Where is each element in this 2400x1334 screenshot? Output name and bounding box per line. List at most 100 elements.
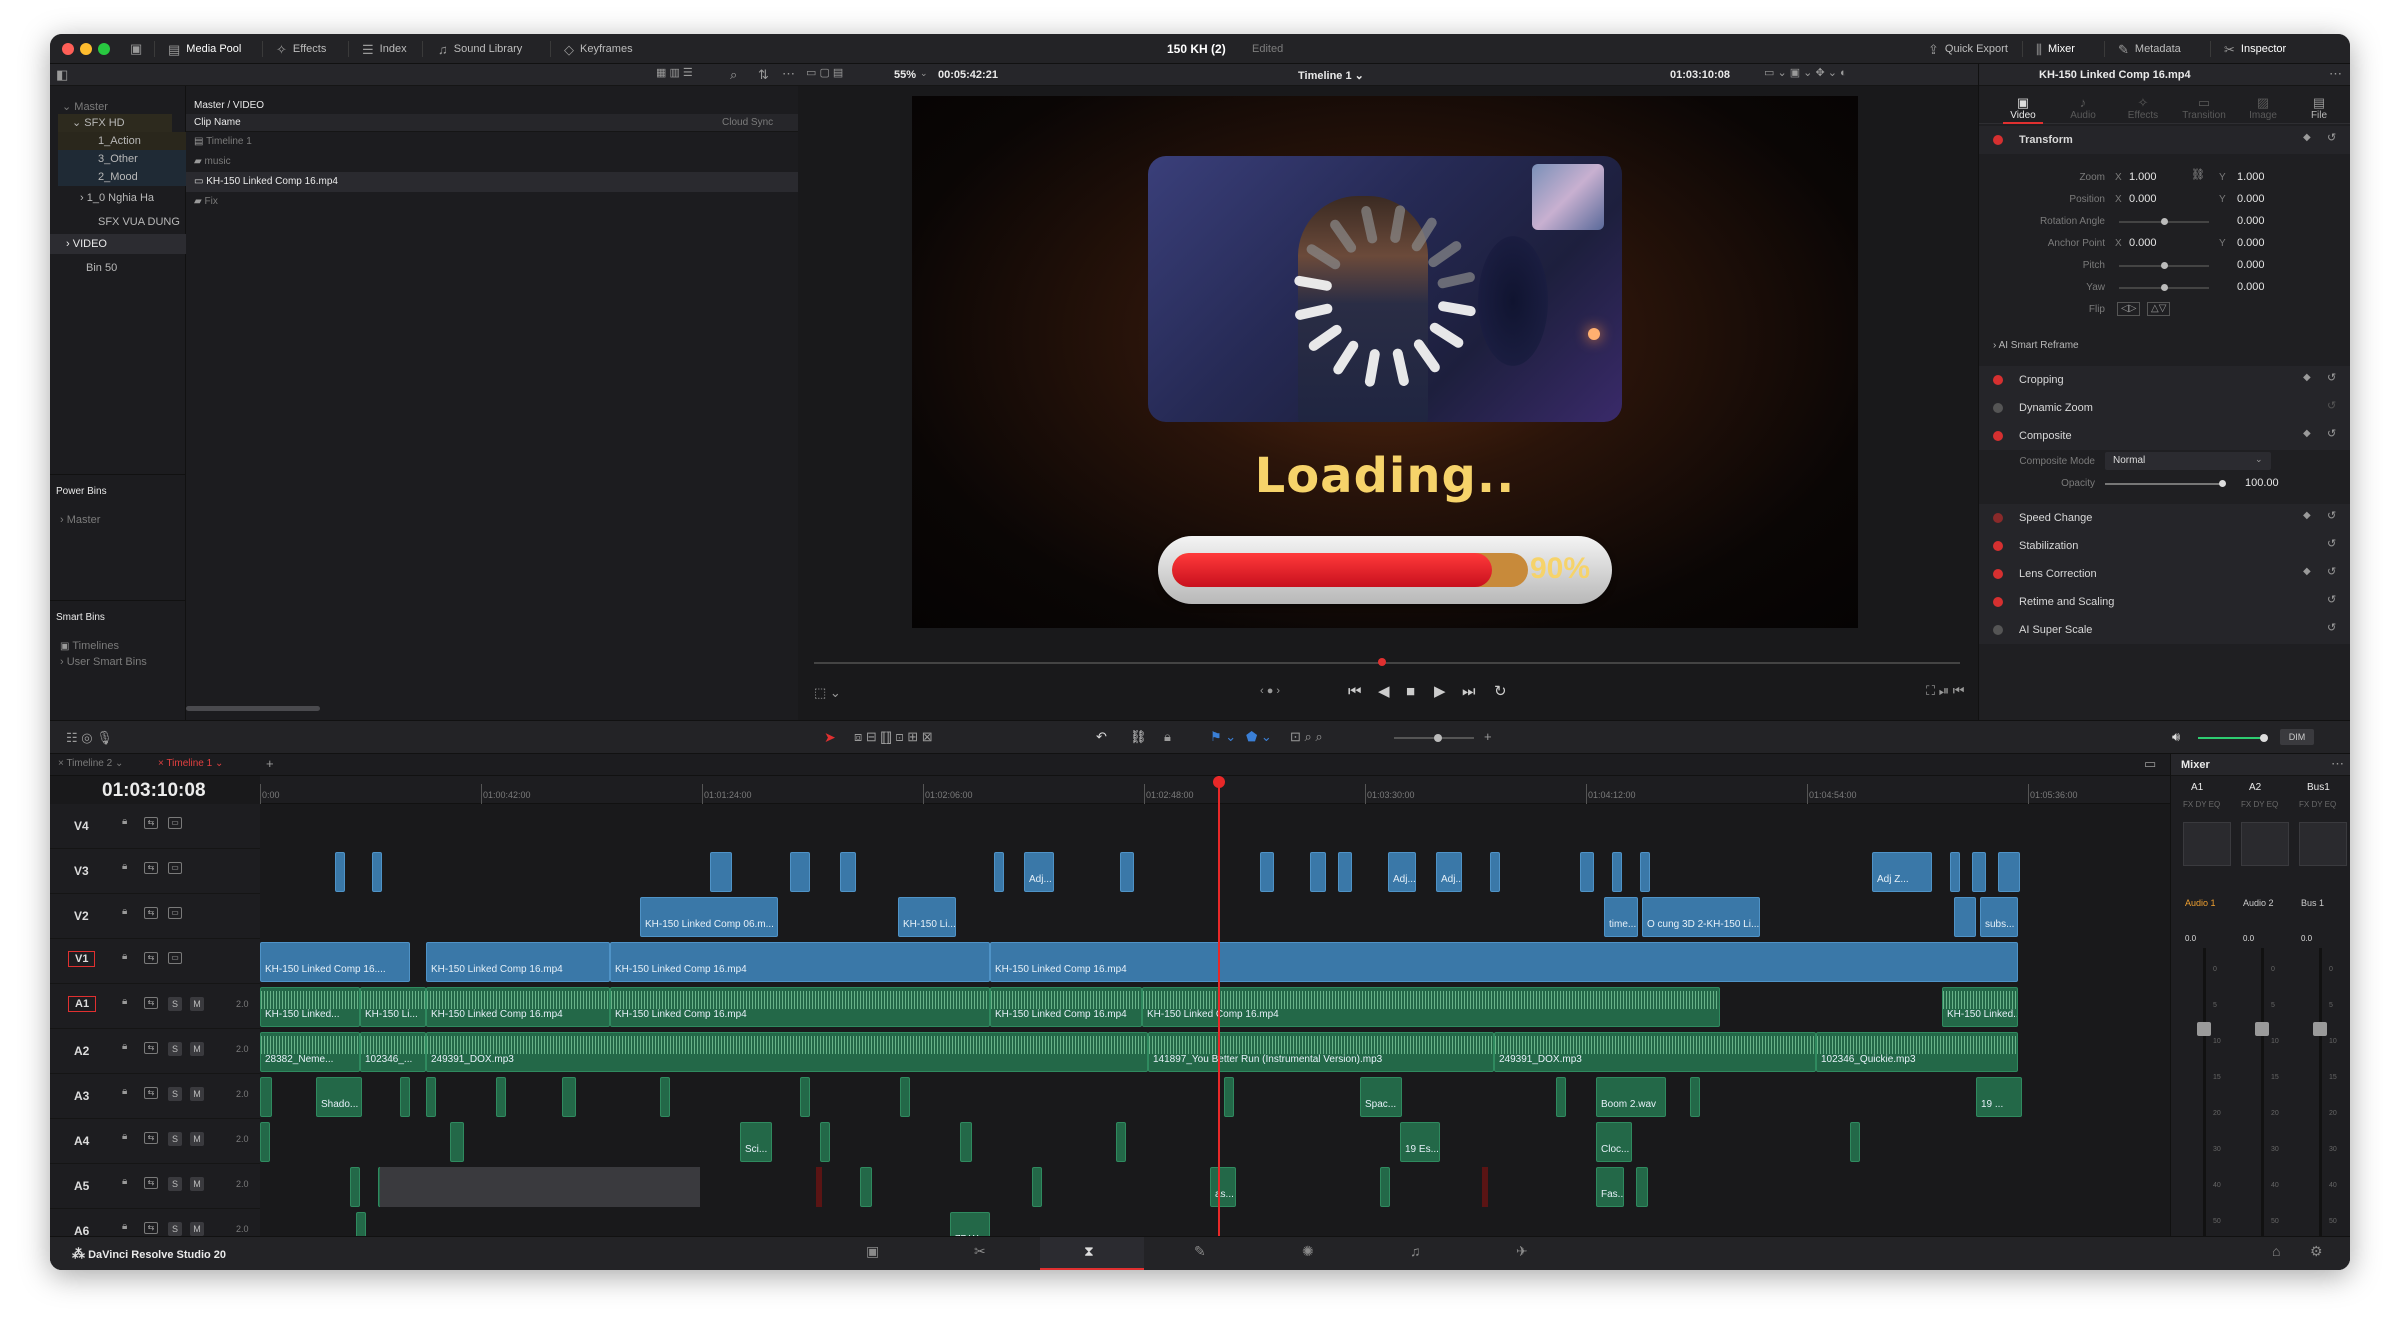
track-header-v1[interactable]: V1 🔒︎ ⇆ ▭ xyxy=(50,939,260,984)
track-header-a5[interactable]: A5 🔒︎ ⇆ S M 2.0 xyxy=(50,1164,260,1209)
chevron-down-icon[interactable]: ⌄ xyxy=(920,69,928,78)
retime-toggle[interactable] xyxy=(1993,597,2003,607)
audio-clip[interactable] xyxy=(820,1122,830,1162)
section-composite[interactable]: Composite ◆ ↺ xyxy=(1979,422,2350,450)
bin-item-video[interactable]: › VIDEO xyxy=(50,234,186,254)
video-clip[interactable] xyxy=(1954,897,1976,937)
panel-toggle-icon[interactable]: ▣ xyxy=(130,42,142,55)
video-clip[interactable] xyxy=(710,852,732,892)
disabled-clip[interactable] xyxy=(816,1167,822,1207)
audio-clip[interactable]: 141897_You Better Run (Instrumental Vers… xyxy=(1148,1032,1494,1072)
section-cropping[interactable]: Cropping ◆ ↺ xyxy=(1979,366,2350,394)
audio-clip[interactable]: Cloc... xyxy=(1596,1122,1632,1162)
reset-icon[interactable]: ↺ xyxy=(2327,567,2336,578)
audio-clip[interactable]: Spac... xyxy=(1360,1077,1402,1117)
clip-row-timeline-1[interactable]: ▤ Timeline 1 xyxy=(194,136,252,147)
viewer-scrubber[interactable] xyxy=(814,662,1960,664)
video-clip[interactable] xyxy=(372,852,382,892)
solo-button[interactable]: S xyxy=(168,1177,182,1191)
audio-clip[interactable]: Boom 2.wav xyxy=(1596,1077,1666,1117)
col-cloud-sync[interactable]: Cloud Sync xyxy=(722,117,773,128)
section-lens-correction[interactable]: Lens Correction ◆ ↺ xyxy=(1979,560,2350,588)
enable-toggle[interactable] xyxy=(1993,135,2003,145)
video-clip[interactable] xyxy=(790,852,810,892)
lens-correction-toggle[interactable] xyxy=(1993,569,2003,579)
video-clip[interactable] xyxy=(1580,852,1594,892)
tab-audio[interactable]: ♪ Audio xyxy=(2063,96,2103,121)
track-header-a3[interactable]: A3 🔒︎ ⇆ S M 2.0 xyxy=(50,1074,260,1119)
reset-icon[interactable]: ↺ xyxy=(2327,511,2336,522)
solo-button[interactable]: S xyxy=(168,1042,182,1056)
track-lock-icon[interactable]: 🔒︎ xyxy=(122,1222,127,1232)
video-clip[interactable] xyxy=(1612,852,1622,892)
reset-icon[interactable]: ↺ xyxy=(2327,373,2336,384)
tab-video[interactable]: ▣ Video xyxy=(2003,96,2043,121)
video-clip[interactable] xyxy=(1490,852,1500,892)
keyframe-icon[interactable]: ◆ xyxy=(2303,373,2311,383)
mute-button[interactable]: M xyxy=(190,1177,204,1191)
go-to-start-icon[interactable]: ⏮ xyxy=(1348,684,1362,699)
inspector-more-icon[interactable]: ⋯ xyxy=(2329,67,2342,80)
video-clip[interactable] xyxy=(335,852,345,892)
reset-icon[interactable]: ↺ xyxy=(2327,539,2336,550)
video-clip[interactable]: KH-150 Linked Comp 16.... xyxy=(260,942,410,982)
rotation-slider[interactable] xyxy=(2119,218,2209,225)
auto-select-icon[interactable]: ⇆ xyxy=(144,862,158,874)
section-ai-super-scale[interactable]: AI Super Scale ↺ xyxy=(1979,616,2350,644)
jog-icon[interactable]: ‹ ● › xyxy=(1260,686,1280,697)
audio-clip[interactable]: KH-150 Linked Comp 16.mp4 xyxy=(610,987,990,1027)
fader-track[interactable] xyxy=(2319,948,2322,1248)
fader-knob[interactable] xyxy=(2255,1022,2269,1036)
list-view-icon[interactable]: ▦ ▥ ☰ xyxy=(656,68,693,79)
link-icon[interactable]: ⛓ xyxy=(2191,170,2205,181)
tab-image[interactable]: ▨ Image xyxy=(2243,96,2283,121)
bin-item-other[interactable]: 3_Other xyxy=(58,150,186,168)
bin-item-sfx-vua-dung[interactable]: SFX VUA DUNG xyxy=(98,216,180,228)
audio-clip[interactable]: as... xyxy=(1210,1167,1236,1207)
empty-gap-region[interactable] xyxy=(380,1167,700,1207)
minimize-window-button[interactable] xyxy=(80,43,92,55)
snapping-icon[interactable]: ↶ xyxy=(1096,730,1107,743)
track-lock-icon[interactable]: 🔒︎ xyxy=(122,817,127,827)
composite-toggle[interactable] xyxy=(1993,431,2003,441)
audio-clip[interactable]: Fas... xyxy=(1596,1167,1624,1207)
audio-clip[interactable]: 249391_DOX.mp3 xyxy=(426,1032,1148,1072)
video-clip[interactable]: time... xyxy=(1604,897,1638,937)
mute-button[interactable]: M xyxy=(190,997,204,1011)
tab-media-pool[interactable]: ▤ Media Pool xyxy=(168,34,241,64)
pan-control[interactable] xyxy=(2241,822,2289,866)
auto-select-icon[interactable]: ⇆ xyxy=(144,1132,158,1144)
quick-export-button[interactable]: ⇪ Quick Export xyxy=(1928,34,2008,64)
video-clip[interactable]: KH-150 Linked Comp 16.mp4 xyxy=(426,942,610,982)
audio-clip[interactable] xyxy=(1116,1122,1126,1162)
disabled-clip[interactable] xyxy=(1482,1167,1488,1207)
sort-icon[interactable]: ⇅ xyxy=(758,68,769,81)
track-lock-icon[interactable]: 🔒︎ xyxy=(122,1042,127,1052)
flip-vertical-icon[interactable]: △▽ xyxy=(2147,302,2171,316)
audio-clip[interactable] xyxy=(400,1077,410,1117)
audio-clip[interactable]: KH-150 Linked... xyxy=(260,987,360,1027)
track-header-v4[interactable]: V4 🔒︎ ⇆ ▭ xyxy=(50,804,260,849)
dynamic-zoom-toggle[interactable] xyxy=(1993,403,2003,413)
auto-select-icon[interactable]: ⇆ xyxy=(144,1177,158,1189)
mute-button[interactable]: M xyxy=(190,1042,204,1056)
auto-select-icon[interactable]: ⇆ xyxy=(144,1222,158,1234)
stabilization-toggle[interactable] xyxy=(1993,541,2003,551)
mixer-fx-labels[interactable]: FX DY EQ xyxy=(2241,800,2278,809)
clip-row-kh150[interactable]: ▭ KH-150 Linked Comp 16.mp4 xyxy=(186,172,798,192)
super-scale-toggle[interactable] xyxy=(1993,625,2003,635)
crop-icon[interactable]: ⬚ ⌄ xyxy=(814,686,841,699)
track-visibility-icon[interactable]: ▭ xyxy=(168,862,182,874)
video-clip[interactable]: KH-150 Li... xyxy=(898,897,956,937)
fairlight-page-icon[interactable]: ♫ xyxy=(1410,1243,1421,1259)
track-header-v3[interactable]: V3 🔒︎ ⇆ ▭ xyxy=(50,849,260,894)
viewer-options-icon[interactable]: ▭ ⌄ ▣ ⌄ ✥ ⌄ ◐ xyxy=(1764,68,1847,79)
flip-horizontal-icon[interactable]: ◁▷ xyxy=(2117,302,2141,316)
fader-knob[interactable] xyxy=(2313,1022,2327,1036)
keyframe-icon[interactable]: ◆ xyxy=(2303,567,2311,577)
video-clip[interactable]: KH-150 Linked Comp 16.mp4 xyxy=(610,942,990,982)
lock-icon[interactable]: 🔒︎ xyxy=(1164,730,1171,743)
track-visibility-icon[interactable]: ▭ xyxy=(168,952,182,964)
audio-clip[interactable]: Sci... xyxy=(740,1122,772,1162)
bin-item-bin-50[interactable]: Bin 50 xyxy=(86,262,117,274)
